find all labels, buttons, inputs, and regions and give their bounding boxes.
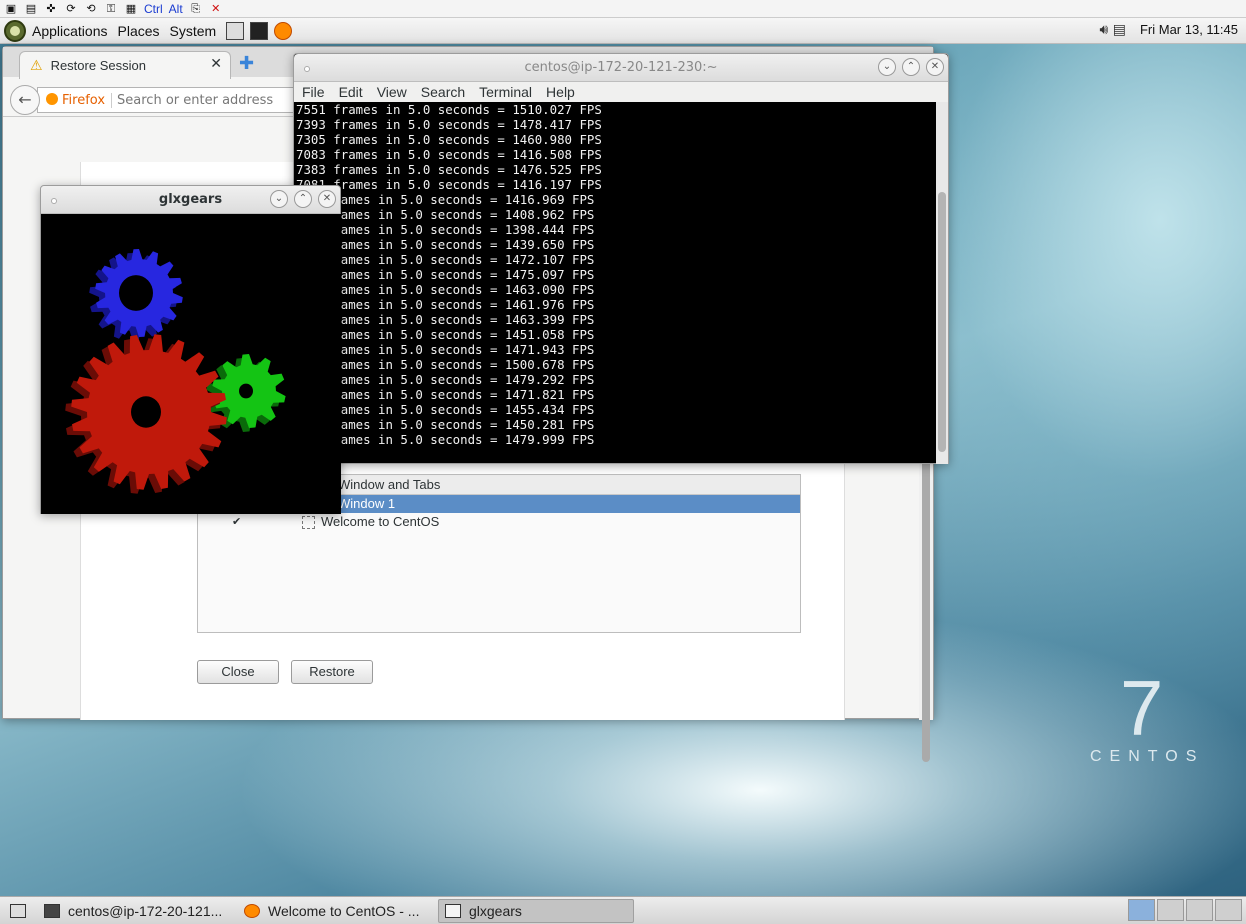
terminal-title: centos@ip-172-20-121-230:~ [524, 60, 718, 75]
close-button[interactable]: Close [197, 660, 279, 684]
terminal-window: centos@ip-172-20-121-230:~ ⌄ ⌃ ✕ File Ed… [293, 53, 949, 464]
tab-title: Restore Session [50, 58, 146, 73]
terminal-menubar: File Edit View Search Terminal Help [294, 82, 948, 102]
task-firefox-label: Welcome to CentOS - ... [268, 902, 420, 919]
blue-gear [89, 249, 183, 341]
menu-help[interactable]: Help [546, 84, 575, 100]
places-menu[interactable]: Places [118, 23, 160, 39]
task-firefox[interactable]: Welcome to CentOS - ... [238, 899, 434, 923]
ctrl-key-button[interactable]: Ctrl [144, 2, 163, 16]
task-terminal-label: centos@ip-172-20-121... [68, 902, 223, 919]
new-tab-icon[interactable]: ✚ [239, 53, 254, 74]
page-icon [302, 516, 315, 529]
menu-file[interactable]: File [302, 84, 325, 100]
firefox-launcher-icon[interactable] [274, 21, 293, 40]
red-gear [65, 334, 227, 494]
minimize-icon[interactable]: ⌄ [270, 190, 288, 208]
terminal-titlebar[interactable]: centos@ip-172-20-121-230:~ ⌄ ⌃ ✕ [294, 54, 948, 82]
menu-edit[interactable]: Edit [339, 84, 363, 100]
identity-label[interactable]: Firefox [46, 93, 105, 108]
checkmark-icon[interactable]: ✔ [232, 513, 241, 531]
warning-icon: ⚠ [30, 57, 43, 74]
refresh-alt-icon[interactable]: ⟲ [84, 2, 98, 15]
terminal-launcher-icon[interactable] [250, 21, 269, 40]
text-editor-launcher-icon[interactable] [226, 21, 245, 40]
volume-icon[interactable]: 🔊︎ ▤ [1100, 22, 1127, 38]
tab-restore-session[interactable]: ⚠ Restore Session ✕ [19, 51, 231, 79]
toolbar-icon-1[interactable]: ▣ [4, 2, 18, 15]
bottom-panel: centos@ip-172-20-121... Welcome to CentO… [0, 896, 1246, 924]
firefox-icon [244, 903, 260, 918]
alt-key-button[interactable]: Alt [169, 2, 183, 16]
top-panel: Applications Places System 🔊︎ ▤ Fri Mar … [0, 18, 1246, 44]
terminal-scrollbar[interactable] [936, 102, 948, 464]
tree-row-tab[interactable]: ✔ Welcome to CentOS [198, 513, 800, 531]
glxgears-window: glxgears ⌄ ⌃ ✕ [40, 185, 341, 514]
tab-close-icon[interactable]: ✕ [210, 56, 222, 72]
show-desktop-icon[interactable] [4, 899, 34, 923]
terminal-icon [44, 903, 60, 918]
remote-toolbar: ▣ ▤ ✜ ⟳ ⟲ ⚿ ▦ Ctrl Alt ⎘ ✕ [0, 0, 1246, 18]
maximize-icon[interactable]: ⌃ [294, 190, 312, 208]
restore-button[interactable]: Restore [291, 660, 373, 684]
close-window-icon[interactable]: ✕ [926, 58, 944, 76]
workspace-2[interactable] [1157, 899, 1184, 921]
gears-canvas[interactable] [41, 214, 341, 514]
workspace-1[interactable] [1128, 899, 1155, 921]
workspace-4[interactable] [1215, 899, 1242, 921]
workspace-switcher[interactable] [1128, 899, 1242, 921]
keys-icon[interactable]: ⚿ [104, 2, 118, 16]
clipboard-icon[interactable]: ⎘ [189, 2, 203, 16]
url-bar[interactable]: Firefox Search or enter address [37, 87, 297, 113]
refresh-icon[interactable]: ⟳ [64, 2, 78, 15]
toolbar-icon-2[interactable]: ▤ [24, 2, 38, 15]
maximize-icon[interactable]: ⌃ [902, 58, 920, 76]
applications-menu[interactable]: Applications [32, 23, 108, 39]
close-icon[interactable]: ✕ [209, 2, 223, 15]
glxgears-titlebar[interactable]: glxgears ⌄ ⌃ ✕ [41, 186, 340, 214]
window-icon [445, 903, 461, 918]
menu-terminal[interactable]: Terminal [479, 84, 532, 100]
back-arrow-icon[interactable]: ← [10, 85, 40, 115]
menu-view[interactable]: View [377, 84, 407, 100]
centos-wordmark: CENTOS [1090, 748, 1205, 765]
url-input[interactable]: Search or enter address [111, 92, 273, 108]
task-glxgears[interactable]: glxgears [438, 898, 634, 923]
centos-version-number: 7 [1120, 664, 1164, 752]
terminal-scrollbar-thumb[interactable] [938, 192, 946, 452]
system-menu[interactable]: System [170, 23, 217, 39]
clock[interactable]: Fri Mar 13, 11:45 [1140, 22, 1238, 37]
toolbar-icon-7[interactable]: ▦ [124, 2, 138, 15]
task-terminal[interactable]: centos@ip-172-20-121... [38, 899, 234, 923]
centos-logo: 7 CENTOS [1090, 668, 1204, 766]
gnome-foot-icon[interactable] [4, 19, 26, 42]
close-window-icon[interactable]: ✕ [318, 190, 336, 208]
terminal-output[interactable]: 7551 frames in 5.0 seconds = 1510.027 FP… [296, 102, 602, 447]
workspace-3[interactable] [1186, 899, 1213, 921]
tab-label: Welcome to CentOS [321, 514, 440, 529]
menu-search[interactable]: Search [421, 84, 465, 100]
task-glxgears-label: glxgears [469, 902, 522, 919]
minimize-icon[interactable]: ⌄ [878, 58, 896, 76]
toolbar-icon-3[interactable]: ✜ [44, 2, 58, 15]
